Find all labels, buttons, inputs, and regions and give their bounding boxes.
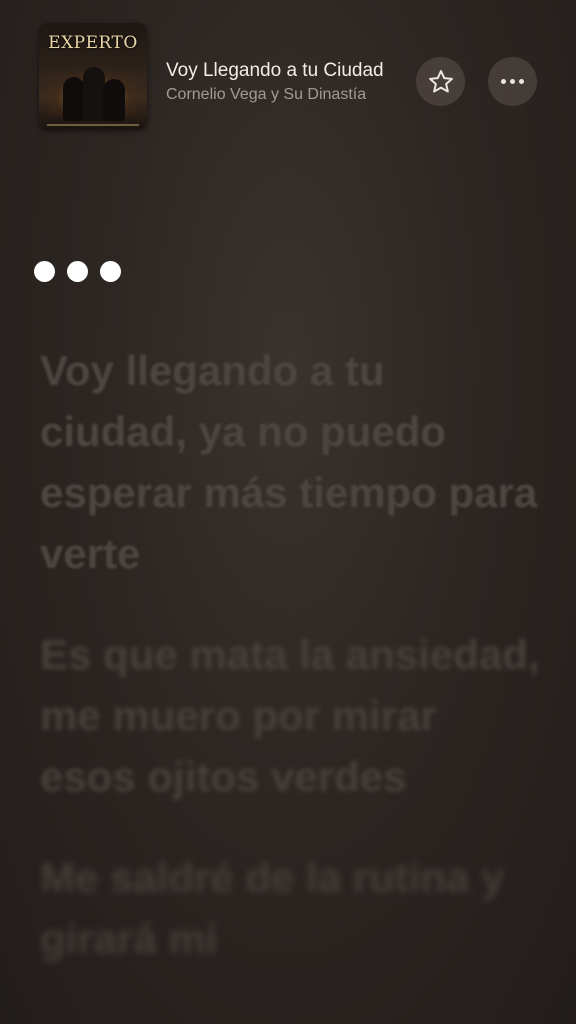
lyric-line[interactable]: Voy llegando a tu ciudad, ya no puedo es…	[40, 340, 540, 584]
ellipsis-icon	[501, 79, 524, 84]
favorite-button[interactable]	[416, 57, 465, 106]
cover-figure	[103, 79, 125, 121]
song-title[interactable]: Voy Llegando a tu Ciudad	[166, 60, 410, 82]
cover-caption-line	[47, 124, 139, 126]
lyric-line[interactable]: Me saldré de la rutina y girará mi	[40, 847, 540, 969]
lyric-line[interactable]: Es que mata la ansiedad, me muero por mi…	[40, 624, 540, 807]
lyrics-list: Voy llegando a tu ciudad, ya no puedo es…	[40, 340, 540, 1009]
album-cover[interactable]: EXPERTO	[39, 23, 147, 129]
instrumental-interlude-indicator	[34, 261, 121, 282]
song-artist[interactable]: Cornelio Vega y Su Dinastía	[166, 85, 410, 105]
interlude-dot	[34, 261, 55, 282]
star-outline-icon	[428, 69, 453, 93]
more-options-button[interactable]	[488, 57, 537, 106]
cover-figure	[63, 77, 85, 121]
cover-figure	[83, 67, 105, 121]
now-playing-header: EXPERTO Voy Llegando a tu Ciudad Corneli…	[0, 0, 576, 150]
album-cover-text: EXPERTO	[48, 33, 138, 53]
interlude-dot	[67, 261, 88, 282]
interlude-dot	[100, 261, 121, 282]
lyrics-screen: EXPERTO Voy Llegando a tu Ciudad Corneli…	[0, 0, 576, 1024]
